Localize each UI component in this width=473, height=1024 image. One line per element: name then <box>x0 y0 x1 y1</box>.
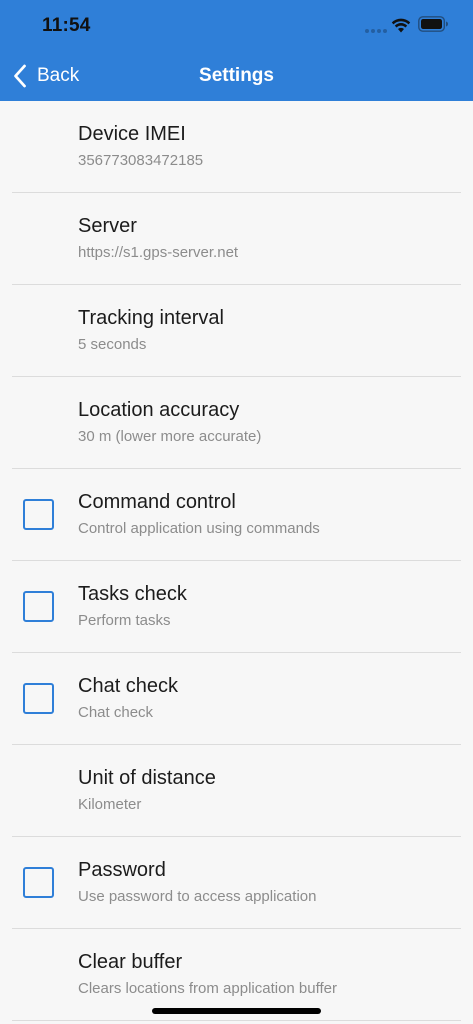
setting-title: Device IMEI <box>78 123 186 145</box>
setting-title: Unit of distance <box>78 767 216 789</box>
password-checkbox[interactable] <box>23 867 54 898</box>
setting-title: Password <box>78 859 166 881</box>
setting-description: Control application using commands <box>78 520 320 537</box>
setting-title: Tasks check <box>78 583 187 605</box>
setting-title: Location accuracy <box>78 399 240 421</box>
setting-value: 5 seconds <box>78 336 147 353</box>
setting-value: 30 m (lower more accurate) <box>78 428 262 445</box>
setting-command-control[interactable]: Command control Control application usin… <box>0 469 473 561</box>
battery-icon <box>418 16 448 32</box>
status-bar: 11:54 <box>0 0 473 52</box>
setting-tracking-interval[interactable]: Tracking interval 5 seconds <box>0 285 473 377</box>
setting-description: Use password to access application <box>78 888 317 905</box>
setting-location-accuracy[interactable]: Location accuracy 30 m (lower more accur… <box>0 377 473 469</box>
setting-description: Clears locations from application buffer <box>78 980 338 997</box>
setting-title: Server <box>78 215 137 237</box>
setting-description: Perform tasks <box>78 612 171 629</box>
app-header: 11:54 Back Settings <box>0 0 473 101</box>
home-indicator[interactable] <box>152 1008 321 1014</box>
setting-device-imei[interactable]: Device IMEI 356773083472185 <box>0 101 473 193</box>
setting-title: Command control <box>78 491 236 513</box>
setting-tasks-check[interactable]: Tasks check Perform tasks <box>0 561 473 653</box>
setting-value: 356773083472185 <box>78 152 204 169</box>
settings-list: Device IMEI 356773083472185 Server https… <box>0 101 473 1021</box>
cellular-signal-icon <box>365 29 387 33</box>
setting-title: Chat check <box>78 675 179 697</box>
setting-unit-of-distance[interactable]: Unit of distance Kilometer <box>0 745 473 837</box>
setting-password[interactable]: Password Use password to access applicat… <box>0 837 473 929</box>
setting-title: Clear buffer <box>78 951 183 973</box>
status-time: 11:54 <box>42 15 91 36</box>
navigation-bar: Back Settings <box>0 52 473 101</box>
command-control-checkbox[interactable] <box>23 499 54 530</box>
setting-server[interactable]: Server https://s1.gps-server.net <box>0 193 473 285</box>
tasks-check-checkbox[interactable] <box>23 591 54 622</box>
setting-title: Tracking interval <box>78 307 224 329</box>
wifi-icon <box>391 18 411 33</box>
chat-check-checkbox[interactable] <box>23 683 54 714</box>
setting-value: https://s1.gps-server.net <box>78 244 239 261</box>
setting-value: Kilometer <box>78 796 142 813</box>
setting-description: Chat check <box>78 704 154 721</box>
page-title: Settings <box>199 65 274 86</box>
setting-chat-check[interactable]: Chat check Chat check <box>0 653 473 745</box>
